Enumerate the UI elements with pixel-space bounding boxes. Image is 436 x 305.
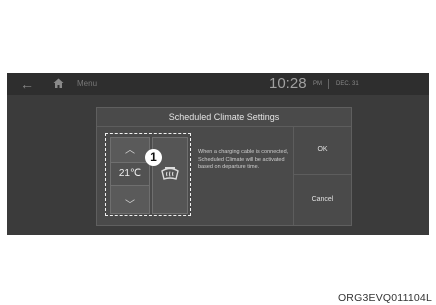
callout-marker: 1: [145, 149, 162, 166]
clock-date: DEC. 31: [336, 81, 359, 87]
chevron-up-icon[interactable]: ︿: [111, 141, 149, 156]
temperature-control: ︿ 21℃ ﹀: [110, 137, 150, 214]
clock-time: 10:28: [269, 75, 307, 92]
chevron-down-icon[interactable]: ﹀: [111, 196, 149, 211]
clock-ampm: PM: [313, 81, 322, 87]
menu-label[interactable]: Menu: [77, 79, 97, 88]
defrost-button[interactable]: [152, 137, 188, 214]
temperature-value: 21℃: [111, 162, 149, 186]
scheduled-climate-dialog: Scheduled Climate Settings ︿ 21℃ ﹀ 1 Whe…: [96, 107, 352, 226]
climate-controls-highlight: ︿ 21℃ ﹀ 1: [105, 133, 191, 216]
cancel-button[interactable]: Cancel: [294, 175, 351, 225]
back-arrow-icon[interactable]: ←: [20, 76, 34, 92]
front-defrost-icon: [161, 167, 179, 180]
ok-button[interactable]: OK: [294, 126, 351, 174]
infotainment-screen: ← Menu 10:28 PM DEC. 31 Scheduled Climat…: [7, 73, 429, 235]
divider: [328, 79, 329, 89]
top-bar: ← Menu 10:28 PM DEC. 31: [7, 73, 429, 95]
home-icon[interactable]: [53, 78, 64, 89]
figure-code: ORG3EVQ011104L: [337, 292, 432, 304]
dialog-title: Scheduled Climate Settings: [97, 108, 351, 127]
description-text: When a charging cable is connected, Sche…: [198, 149, 289, 170]
